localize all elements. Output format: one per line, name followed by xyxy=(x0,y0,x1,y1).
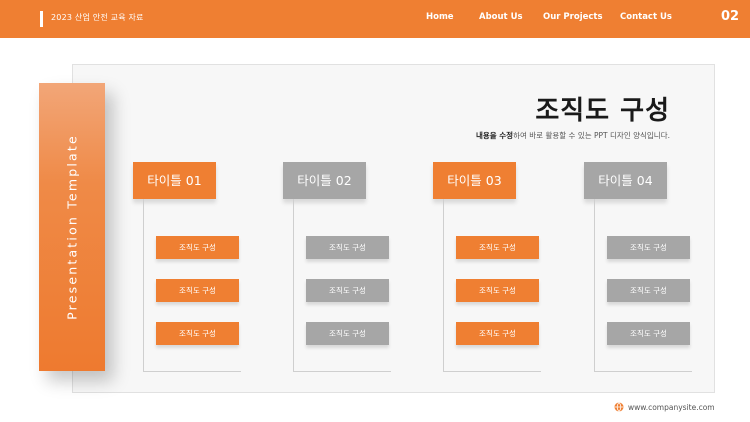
nav-contact-us[interactable]: Contact Us xyxy=(620,12,672,22)
org-title-box[interactable]: 타이틀 01 xyxy=(133,162,216,199)
org-item[interactable]: 조직도 구성 xyxy=(607,279,690,302)
connector-line xyxy=(143,199,144,371)
side-accent-bar: Presentation Template xyxy=(39,83,105,371)
side-bar-label: Presentation Template xyxy=(64,134,80,320)
connector-line xyxy=(443,371,541,372)
org-column-2: 타이틀 02 조직도 구성 조직도 구성 조직도 구성 xyxy=(283,162,423,374)
org-title-box[interactable]: 타이틀 02 xyxy=(283,162,366,199)
globe-icon xyxy=(614,402,624,412)
connector-line xyxy=(443,199,444,371)
connector-line xyxy=(293,371,391,372)
subtitle-rest: 하여 바로 활용할 수 있는 PPT 디자인 양식입니다. xyxy=(513,131,670,140)
org-item[interactable]: 조직도 구성 xyxy=(607,322,690,345)
nav-our-projects[interactable]: Our Projects xyxy=(543,12,603,22)
nav-about-us[interactable]: About Us xyxy=(479,12,523,22)
org-item[interactable]: 조직도 구성 xyxy=(456,322,539,345)
org-column-1: 타이틀 01 조직도 구성 조직도 구성 조직도 구성 xyxy=(133,162,273,374)
org-item[interactable]: 조직도 구성 xyxy=(456,279,539,302)
connector-line xyxy=(293,199,294,371)
top-bar: 2023 산업 안전 교육 자료 Home About Us Our Proje… xyxy=(0,0,750,38)
org-column-4: 타이틀 04 조직도 구성 조직도 구성 조직도 구성 xyxy=(584,162,724,374)
org-item[interactable]: 조직도 구성 xyxy=(607,236,690,259)
website-link[interactable]: www.companysite.com xyxy=(628,403,715,412)
org-item[interactable]: 조직도 구성 xyxy=(306,236,389,259)
org-title-box[interactable]: 타이틀 03 xyxy=(433,162,516,199)
org-item[interactable]: 조직도 구성 xyxy=(306,322,389,345)
page-title: 조직도 구성 xyxy=(535,96,670,126)
org-item[interactable]: 조직도 구성 xyxy=(156,322,239,345)
page-number: 02 xyxy=(721,9,740,24)
connector-line xyxy=(594,371,692,372)
org-item[interactable]: 조직도 구성 xyxy=(156,279,239,302)
connector-line xyxy=(594,199,595,371)
connector-line xyxy=(143,371,241,372)
org-column-3: 타이틀 03 조직도 구성 조직도 구성 조직도 구성 xyxy=(433,162,573,374)
subtitle-bold: 내용을 수정 xyxy=(475,131,514,140)
page-subtitle: 내용을 수정하여 바로 활용할 수 있는 PPT 디자인 양식입니다. xyxy=(476,130,670,141)
footer: www.companysite.com xyxy=(614,401,715,413)
document-title: 2023 산업 안전 교육 자료 xyxy=(51,13,144,22)
org-title-box[interactable]: 타이틀 04 xyxy=(584,162,667,199)
org-item[interactable]: 조직도 구성 xyxy=(456,236,539,259)
nav-home[interactable]: Home xyxy=(426,12,454,22)
org-item[interactable]: 조직도 구성 xyxy=(156,236,239,259)
title-accent-bar xyxy=(40,11,43,27)
org-item[interactable]: 조직도 구성 xyxy=(306,279,389,302)
